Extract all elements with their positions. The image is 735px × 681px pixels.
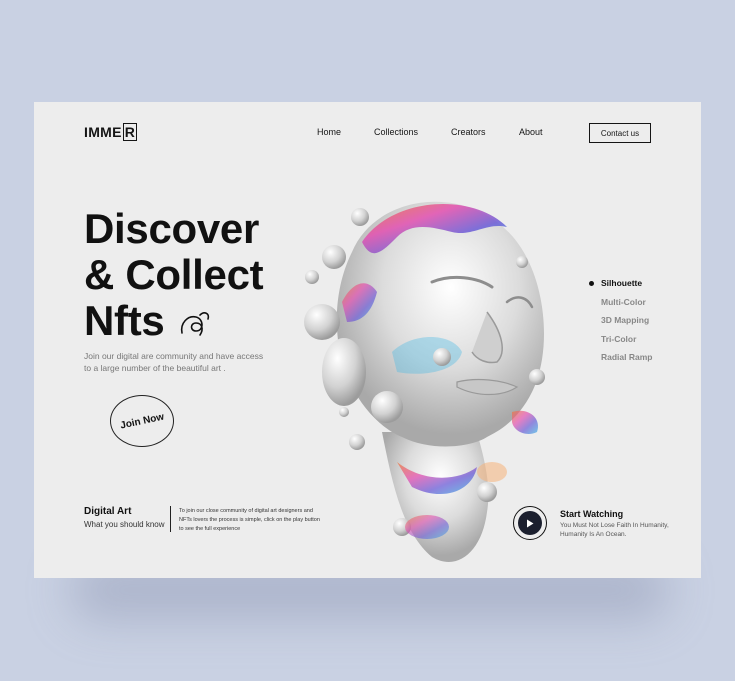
play-icon [527, 519, 534, 527]
play-button[interactable] [513, 506, 547, 540]
style-option-radial-ramp[interactable]: Radial Ramp [589, 348, 653, 367]
swirl-icon [180, 312, 210, 336]
digital-art-description: To join our close community of digital a… [179, 508, 320, 532]
style-option-silhouette[interactable]: Silhouette [589, 274, 653, 293]
logo-boxed-letter: R [122, 123, 138, 141]
start-watching-text: You Must Not Lose Faith In Humanity, Hum… [560, 522, 669, 538]
style-option-3d-mapping[interactable]: 3D Mapping [589, 311, 653, 330]
hero-line-2: & Collect [84, 251, 264, 298]
hero-title: Discover & Collect Nfts [84, 205, 264, 344]
hero-line-3: Nfts [84, 297, 165, 344]
style-option-tri-color[interactable]: Tri-Color [589, 330, 653, 349]
landing-page-card: IMME R Home Collections Creators About Co… [34, 102, 701, 578]
nav-about[interactable]: About [519, 127, 543, 137]
start-watching-title: Start Watching [560, 509, 624, 519]
join-now-button[interactable]: Join Now [110, 395, 174, 447]
nav-collections[interactable]: Collections [374, 127, 418, 137]
digital-art-subtitle: What you should know [84, 520, 165, 529]
contact-us-button[interactable]: Contact us [589, 123, 651, 143]
style-option-multi-color[interactable]: Multi-Color [589, 293, 653, 312]
nav-home[interactable]: Home [317, 127, 341, 137]
play-button-fill [518, 511, 542, 535]
style-options-list: Silhouette Multi-Color 3D Mapping Tri-Co… [589, 274, 653, 367]
join-now-label: Join Now [119, 410, 165, 432]
hero-subtitle: Join our digital are community and have … [84, 351, 264, 373]
logo[interactable]: IMME R [84, 123, 138, 141]
hero-line-1: Discover [84, 205, 260, 252]
nav-creators[interactable]: Creators [451, 127, 486, 137]
divider [170, 506, 171, 532]
logo-text: IMME [84, 124, 122, 140]
digital-art-title: Digital Art [84, 506, 132, 517]
